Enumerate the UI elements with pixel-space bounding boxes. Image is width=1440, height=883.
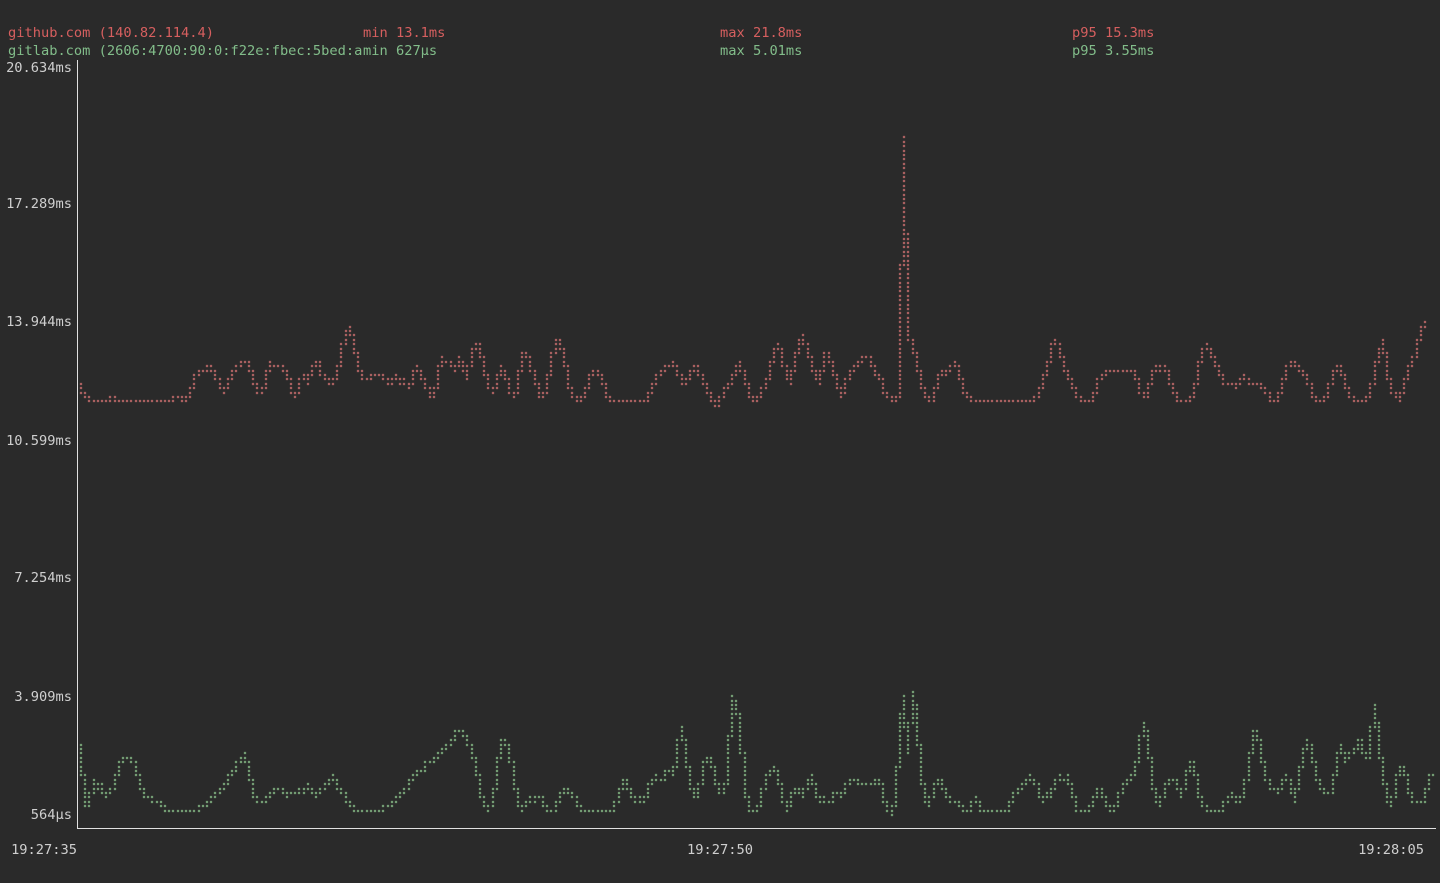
x-tick-label: 19:27:35: [0, 841, 77, 859]
y-tick-label: 17.289ms: [0, 195, 72, 213]
y-tick-label: 3.909ms: [0, 688, 72, 706]
min-stat-github: min 13.1ms: [363, 24, 445, 42]
legend-row-gitlab: gitlab.com (2606:4700:90:0:f22e:fbec:5be…: [0, 42, 1440, 60]
max-stat-gitlab: max 5.01ms: [720, 42, 802, 60]
x-axis-line: [77, 828, 1436, 829]
y-tick-label: 7.254ms: [0, 569, 72, 587]
host-label-github: github.com (140.82.114.4): [8, 24, 214, 42]
min-stat-gitlab: min 627µs: [363, 42, 437, 60]
y-tick-label: 13.944ms: [0, 313, 72, 331]
x-tick-label: 19:28:05: [1290, 841, 1424, 859]
y-axis-line: [77, 60, 78, 828]
y-tick-label: 10.599ms: [0, 432, 72, 450]
x-tick-label: 19:27:50: [654, 841, 786, 859]
y-tick-label: 564µs: [0, 806, 72, 824]
p95-stat-github: p95 15.3ms: [1072, 24, 1154, 42]
max-stat-github: max 21.8ms: [720, 24, 802, 42]
latency-chart-canvas: [0, 0, 1440, 883]
host-label-gitlab: gitlab.com (2606:4700:90:0:f22e:fbec:5be…: [8, 42, 362, 60]
gping-terminal-window: github.com (140.82.114.4) min 13.1ms max…: [0, 0, 1440, 883]
legend-row-github: github.com (140.82.114.4) min 13.1ms max…: [0, 24, 1440, 42]
p95-stat-gitlab: p95 3.55ms: [1072, 42, 1154, 60]
y-tick-label: 20.634ms: [0, 59, 72, 77]
